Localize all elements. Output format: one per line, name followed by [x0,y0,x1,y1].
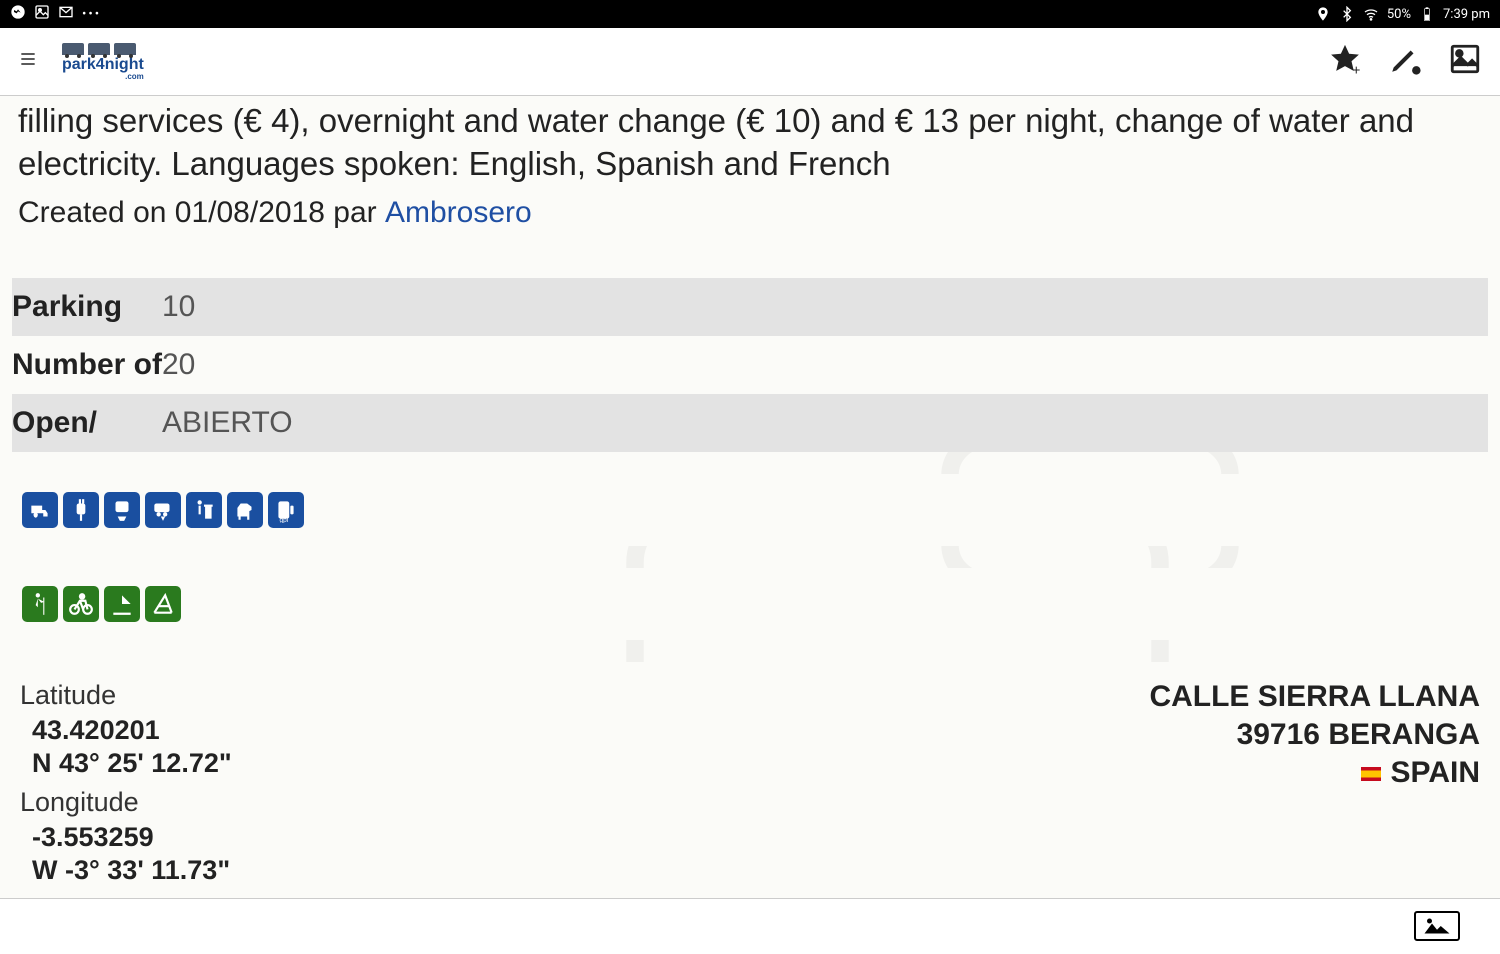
picture-icon [34,4,50,24]
place-description: filling services (€ 4), overnight and wa… [18,96,1482,196]
row-label-parking: Parking [12,290,162,323]
menu-button[interactable] [18,49,38,75]
location-icon [1315,6,1331,22]
bottom-bar [0,898,1500,954]
latitude-label: Latitude [20,680,232,711]
coordinates-left: Latitude 43.420201 N 43° 25' 12.72" Long… [20,680,232,888]
address-block: CALLE SIERRA LLANA 39716 BERANGA SPAIN [1149,680,1480,888]
svg-text:+: + [1352,63,1360,76]
playground-icon [145,586,181,622]
created-line: Created on 01/08/2018 par Ambrosero [18,196,1482,252]
address-zip-city: 39716 BERANGA [1149,718,1480,752]
gmail-icon [58,4,74,24]
table-row: Open/ ABIERTO [12,394,1488,452]
bluetooth-icon [1339,6,1355,22]
water-tap-icon [22,492,58,528]
address-country-line: SPAIN [1149,756,1480,790]
longitude-decimal: -3.553259 [20,822,232,853]
battery-icon [1419,6,1435,22]
table-row: Parking 10 [12,278,1488,336]
row-label-open: Open/ [12,406,162,439]
windsurf-icon [104,586,140,622]
appbar-actions: + [1328,42,1482,81]
spain-flag-icon [1361,767,1381,781]
clock-time: 7:39 pm [1443,7,1490,22]
address-country: SPAIN [1391,756,1480,789]
table-row: Number of 20 [12,336,1488,394]
info-table: Parking 10 Number of 20 Open/ ABIERTO [12,278,1488,452]
coordinates-section: Latitude 43.420201 N 43° 25' 12.72" Long… [18,662,1482,898]
wc-dump-icon [104,492,140,528]
cycling-icon [63,586,99,622]
brand-text: park4night [62,56,144,73]
dog-allowed-icon [227,492,263,528]
gpl-fuel-icon: gpl [268,492,304,528]
latitude-decimal: 43.420201 [20,715,232,746]
created-prefix: Created on [18,196,175,229]
row-value-number: 20 [162,348,195,382]
row-value-open: ABIERTO [162,406,293,440]
latitude-dms: N 43° 25' 12.72" [20,748,232,779]
messenger-icon [10,4,26,24]
gallery-button[interactable] [1448,42,1482,81]
wifi-icon [1363,6,1379,22]
statusbar-right: 50% 7:39 pm [1315,6,1490,22]
more-notifications-icon: ••• [82,7,101,22]
author-link[interactable]: Ambrosero [385,196,532,229]
longitude-label: Longitude [20,787,232,818]
app-logo[interactable]: park4night .com [62,43,144,81]
created-date: 01/08/2018 [175,196,325,229]
brand-sub: .com [62,73,144,81]
svg-text:gpl: gpl [280,517,289,523]
address-street: CALLE SIERRA LLANA [1149,680,1480,714]
longitude-dms: W -3° 33' 11.73" [20,855,232,886]
statusbar-left: ••• [10,4,101,24]
row-label-number: Number of [12,348,162,381]
services-icons: gpl [18,474,1482,546]
created-par: par [325,196,385,229]
grey-water-dump-icon [145,492,181,528]
favorite-add-button[interactable]: + [1328,42,1362,81]
app-bar: park4night .com + [0,28,1500,96]
row-value-parking: 10 [162,290,195,324]
edit-button[interactable] [1388,42,1422,81]
android-statusbar: ••• 50% 7:39 pm [0,0,1500,28]
activities-icons [18,568,1482,640]
battery-percent: 50% [1387,7,1411,22]
recent-apps-button[interactable] [1414,911,1460,941]
place-detail-content: filling services (€ 4), overnight and wa… [0,96,1500,252]
electric-plug-icon [63,492,99,528]
hiking-icon [22,586,58,622]
trash-bin-icon [186,492,222,528]
